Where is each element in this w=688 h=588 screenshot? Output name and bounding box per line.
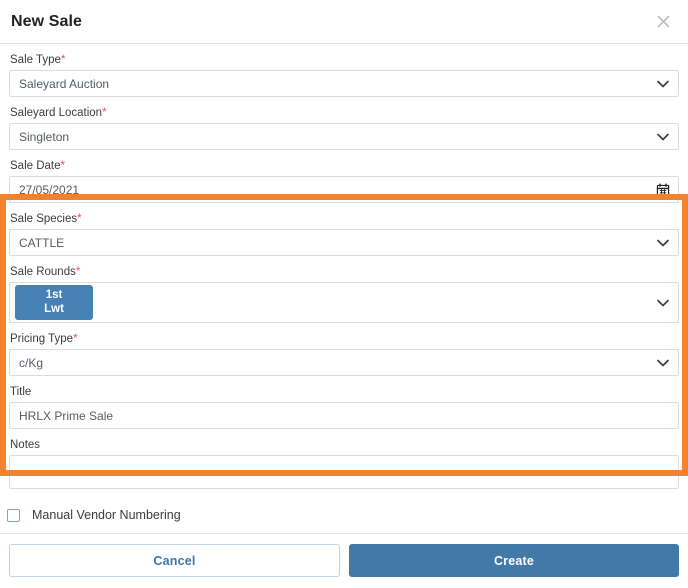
field-sale-species: Sale Species* CATTLE [9,212,679,256]
sale-type-value: Saleyard Auction [19,76,110,91]
label-text: Sale Date [10,160,61,172]
create-button[interactable]: Create [349,544,679,577]
label-title: Title [10,385,679,399]
title-input[interactable]: HRLX Prime Sale [9,402,679,429]
title-value: HRLX Prime Sale [19,408,114,423]
sale-round-chip-line1: 1st [45,289,63,301]
label-pricing-type: Pricing Type* [10,332,679,346]
sale-date-input[interactable]: 27/05/2021 [9,176,679,203]
required-asterisk: * [75,266,81,278]
required-asterisk: * [60,54,66,66]
label-text: Sale Type [10,54,61,66]
sale-date-value: 27/05/2021 [19,182,80,197]
field-sale-rounds: Sale Rounds* 1st Lwt [9,265,679,323]
field-title: Title HRLX Prime Sale [9,385,679,429]
label-text: Title [10,386,32,398]
sale-species-value: CATTLE [19,235,65,250]
chevron-down-icon [656,77,670,91]
required-asterisk: * [73,333,78,345]
close-icon[interactable] [650,9,676,35]
chevron-down-icon [656,236,670,250]
sale-round-chip-line2: Lwt [44,303,64,315]
pricing-type-value: c/Kg [19,355,44,370]
sale-rounds-select[interactable]: 1st Lwt [9,282,679,323]
manual-vendor-numbering-label[interactable]: Manual Vendor Numbering [32,508,181,522]
saleyard-location-value: Singleton [19,129,70,144]
required-asterisk: * [60,160,65,172]
label-saleyard-location: Saleyard Location* [10,106,679,120]
dialog-footer: Cancel Create [0,533,688,588]
field-saleyard-location: Saleyard Location* Singleton [9,106,679,150]
field-sale-type: Sale Type* Saleyard Auction [9,53,679,97]
sale-species-select[interactable]: CATTLE [9,229,679,256]
manual-vendor-numbering-row[interactable]: Manual Vendor Numbering [0,498,688,533]
label-text: Sale Rounds [10,266,76,278]
label-text: Pricing Type [10,333,74,345]
label-sale-type: Sale Type* [10,53,679,67]
notes-textarea[interactable] [9,455,679,489]
required-asterisk: * [102,107,107,119]
field-pricing-type: Pricing Type* c/Kg [9,332,679,376]
sale-round-chip[interactable]: 1st Lwt [15,285,93,320]
manual-vendor-numbering-checkbox[interactable] [7,508,20,522]
label-sale-date: Sale Date* [10,159,679,173]
dialog-header: New Sale [0,0,688,44]
sale-type-select[interactable]: Saleyard Auction [9,70,679,97]
field-notes: Notes [9,438,679,489]
chevron-down-icon [656,356,670,370]
pricing-type-select[interactable]: c/Kg [9,349,679,376]
new-sale-dialog: New Sale Sale Type* Saleyard Auction Sal… [0,0,688,583]
label-sale-species: Sale Species* [10,212,679,226]
cancel-button[interactable]: Cancel [9,544,340,577]
calendar-icon[interactable] [656,182,670,197]
chevron-down-icon [656,296,670,310]
label-text: Saleyard Location [10,107,103,119]
required-asterisk: * [77,213,82,225]
label-notes: Notes [10,438,679,452]
label-text: Notes [10,439,41,451]
field-sale-date: Sale Date* 27/05/2021 [9,159,679,203]
chevron-down-icon [656,130,670,144]
label-sale-rounds: Sale Rounds* [10,265,679,279]
page-title: New Sale [11,12,83,30]
dialog-body: Sale Type* Saleyard Auction Saleyard Loc… [0,44,688,498]
label-text: Sale Species [10,213,78,225]
saleyard-location-select[interactable]: Singleton [9,123,679,150]
